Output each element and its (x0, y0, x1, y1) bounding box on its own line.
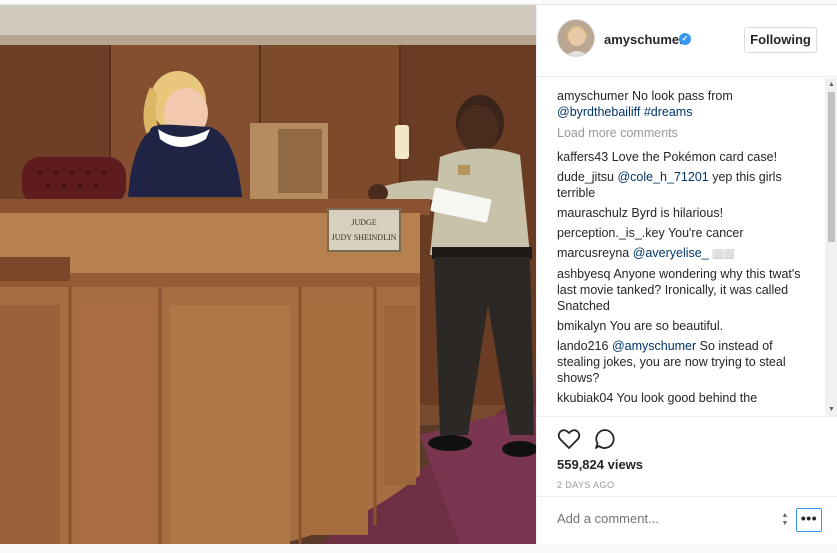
load-more-comments-link[interactable]: Load more comments (557, 125, 825, 141)
post-header: amyschumer ✓ Following (537, 5, 837, 77)
nameplate-line-1: JUDGE (351, 218, 376, 227)
comment-username[interactable]: lando216 (557, 339, 608, 353)
more-options-button[interactable]: ••• (796, 508, 822, 532)
post-timestamp[interactable]: 2 DAYS AGO (557, 480, 614, 490)
post-sidebar: amyschumer ✓ Following amyschumer No loo… (536, 5, 837, 544)
instagram-post: JUDGE JUDY SHEINDLIN amyschumer ✓ Follow… (0, 4, 837, 544)
comment-username[interactable]: perception._is_.key (557, 226, 665, 240)
scroll-up-arrow-icon[interactable]: ▲ (827, 80, 836, 89)
comment-username[interactable]: mauraschulz (557, 206, 628, 220)
verified-badge-icon: ✓ (679, 33, 691, 45)
comment-username[interactable]: ashbyesq (557, 267, 611, 281)
caption: amyschumer No look pass from @byrdthebai… (557, 88, 825, 120)
comment-username[interactable]: dude_jitsu (557, 170, 614, 184)
courtroom-scene: JUDGE JUDY SHEINDLIN (0, 5, 536, 544)
comment-mention[interactable]: @cole_h_71201 (617, 170, 708, 184)
nameplate (327, 208, 401, 252)
post-video[interactable]: JUDGE JUDY SHEINDLIN (0, 5, 536, 544)
comment-item: bmikalyn You are so beautiful. (557, 318, 825, 334)
comment-text: Love the Pokémon card case! (611, 150, 778, 164)
resize-arrows-icon: ▲ ▼ (781, 512, 789, 527)
comment-item: kaffers43 Love the Pokémon card case! (557, 149, 825, 165)
avatar-image (558, 20, 594, 56)
page: JUDGE JUDY SHEINDLIN amyschumer ✓ Follow… (0, 0, 837, 553)
comment-item: kkubiak04 You look good behind the (557, 390, 825, 406)
comment-text: You're cancer (667, 226, 744, 240)
comment-username[interactable]: marcusreyna (557, 246, 629, 260)
comment-mention[interactable]: @averyelise_ (633, 246, 709, 260)
comment-bubble-icon[interactable] (593, 427, 617, 451)
caption-text: No look pass from (632, 89, 733, 103)
heart-icon[interactable] (557, 427, 581, 451)
comments-list[interactable]: amyschumer No look pass from @byrdthebai… (537, 78, 825, 416)
comment-text: You are so beautiful. (609, 319, 724, 333)
scroll-thumb[interactable] (828, 92, 835, 242)
following-button[interactable]: Following (744, 27, 817, 53)
caption-username[interactable]: amyschumer (557, 89, 629, 103)
comment-item: lando216 @amyschumer So instead of steal… (557, 338, 825, 386)
post-author-username[interactable]: amyschumer (604, 32, 684, 47)
comment-username[interactable]: kkubiak04 (557, 391, 613, 405)
nameplate-line-2: JUDY SHEINDLIN (332, 233, 397, 242)
caption-mention[interactable]: @byrdthebailiff (557, 105, 640, 119)
comment-text: Byrd is hilarious! (631, 206, 724, 220)
comment-item: marcusreyna @averyelise_ ⬜⬜ (557, 245, 825, 262)
comment-item: dude_jitsu @cole_h_71201 yep this girls … (557, 169, 825, 201)
view-count[interactable]: 559,824 views (557, 457, 643, 472)
comment-item: mauraschulz Byrd is hilarious! (557, 205, 825, 221)
comment-username[interactable]: kaffers43 (557, 150, 608, 164)
avatar[interactable] (557, 19, 595, 57)
comment-item: perception._is_.key You're cancer (557, 225, 825, 241)
caption-hashtag[interactable]: #dreams (644, 105, 693, 119)
add-comment-input[interactable] (557, 511, 757, 526)
comment-text: ⬜⬜ (712, 249, 735, 259)
comment-text: You look good behind the (616, 391, 758, 405)
add-comment-bar: ▲▼ ••• (537, 496, 837, 544)
comments-scrollbar[interactable]: ▲ ▼ (825, 78, 837, 416)
comment-username[interactable]: bmikalyn (557, 319, 606, 333)
comment-item: ashbyesq Anyone wondering why this twat'… (557, 266, 825, 314)
scroll-down-arrow-icon[interactable]: ▼ (827, 405, 836, 414)
comment-mention[interactable]: @amyschumer (612, 339, 696, 353)
